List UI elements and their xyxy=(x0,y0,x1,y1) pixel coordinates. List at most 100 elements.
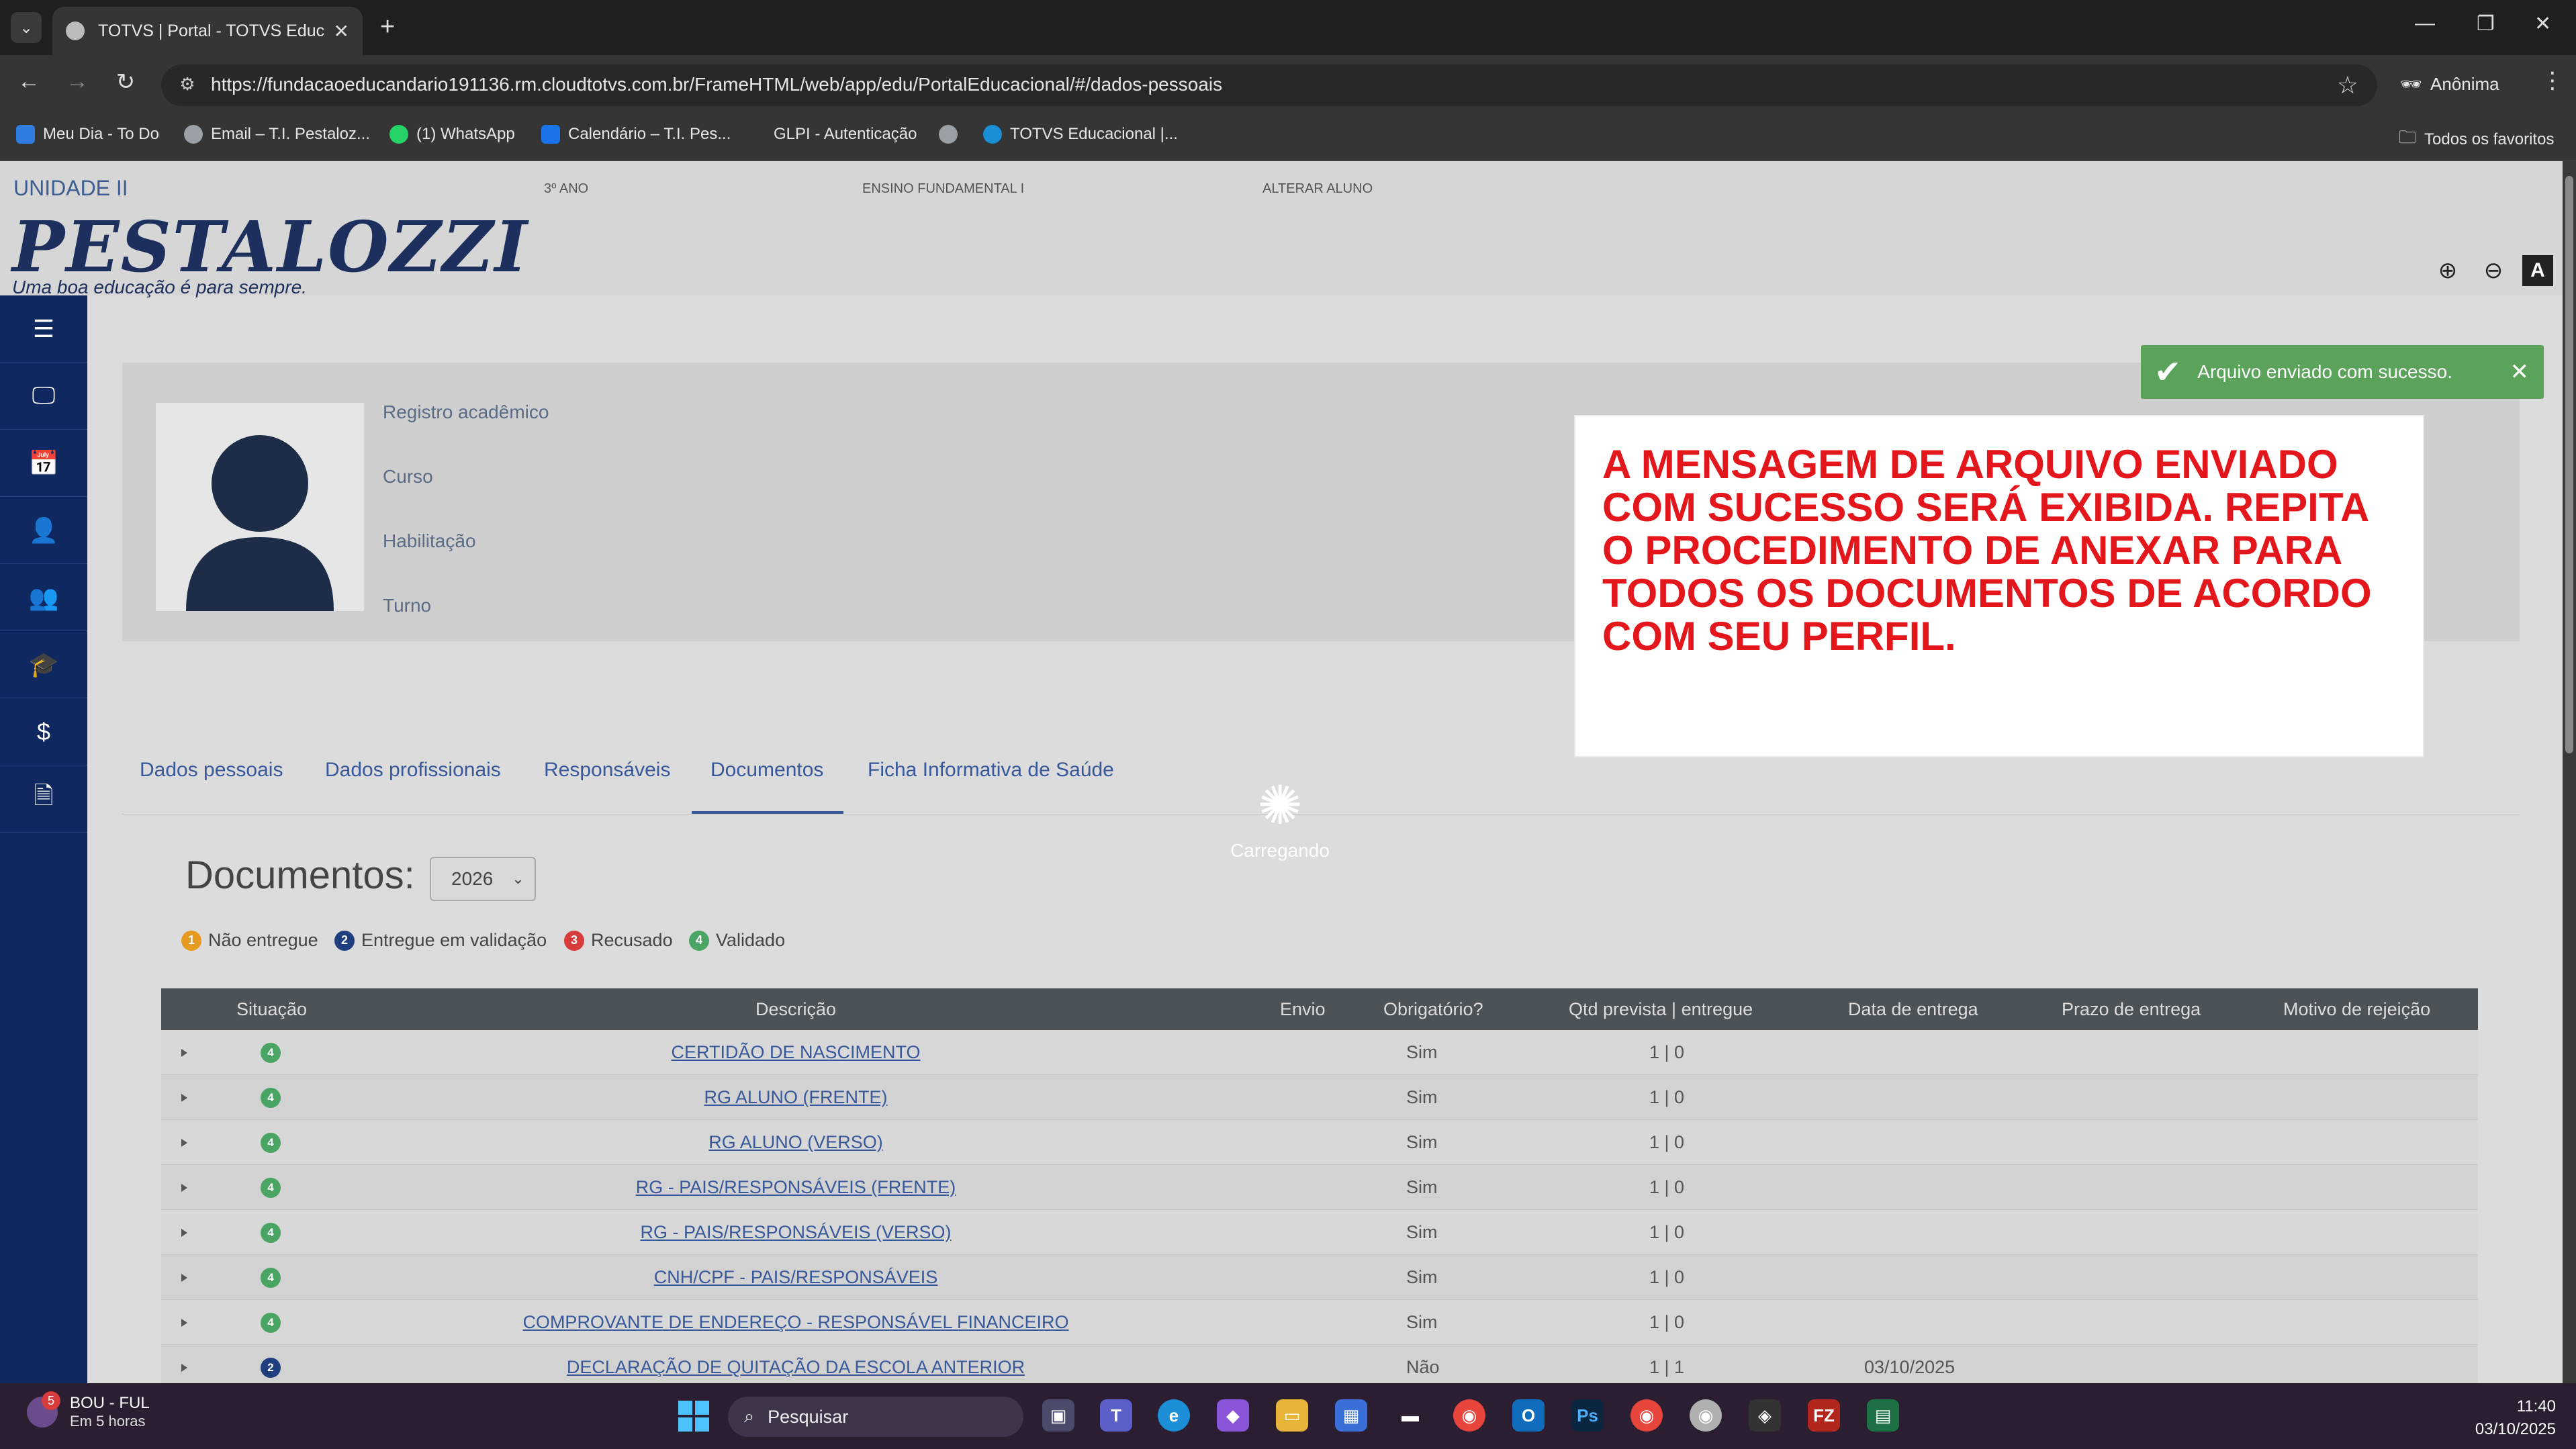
weather-title: BOU - FUL xyxy=(70,1394,150,1412)
document-link[interactable]: RG - PAIS/RESPONSÁVEIS (FRENTE) xyxy=(636,1177,956,1198)
expand-row-icon[interactable] xyxy=(181,1049,187,1057)
tab-search-button[interactable]: ⌄ xyxy=(11,12,42,43)
weather-icon: 5 xyxy=(27,1391,60,1428)
user-check-icon[interactable]: 👤 xyxy=(0,497,87,564)
document-icon[interactable]: 🗎 xyxy=(0,765,87,833)
minimize-icon[interactable]: — xyxy=(2415,12,2435,35)
monitor-icon[interactable]: 🖵 xyxy=(0,363,87,430)
clock-time: 11:40 xyxy=(2516,1397,2556,1415)
zoom-out-icon[interactable]: ⊖ xyxy=(2478,255,2509,286)
table-row[interactable]: 4 RG - PAIS/RESPONSÁVEIS (VERSO) Sim 1 | 0 xyxy=(161,1210,2478,1255)
calendar-icon xyxy=(541,125,560,144)
taskbar-search[interactable]: ⌕ Pesquisar xyxy=(728,1397,1023,1437)
browser-tab[interactable]: TOTVS | Portal - TOTVS Educac ✕ xyxy=(52,7,363,55)
windows-start-icon[interactable] xyxy=(678,1401,709,1432)
calendar-icon[interactable]: 📅 xyxy=(0,430,87,497)
photoshop-icon[interactable]: Ps xyxy=(1571,1399,1604,1432)
bookmark-label: Calendário – T.I. Pes... xyxy=(568,125,731,143)
restore-icon[interactable]: ❐ xyxy=(2477,12,2495,36)
tab-personal-data[interactable]: Dados pessoais xyxy=(140,759,283,782)
bookmark-item[interactable]: Calendário – T.I. Pes... xyxy=(541,125,731,144)
chrome-profile-icon[interactable]: ◉ xyxy=(1630,1399,1663,1432)
document-link[interactable]: DECLARAÇÃO DE QUITAÇÃO DA ESCOLA ANTERIO… xyxy=(567,1357,1025,1378)
all-bookmarks[interactable]: 🗀 Todos os favoritos xyxy=(2399,125,2554,154)
menu-icon[interactable]: ☰ xyxy=(0,295,87,363)
user-silhouette-icon xyxy=(186,435,334,611)
tab-health-form[interactable]: Ficha Informativa de Saúde xyxy=(868,759,1114,782)
expand-row-icon[interactable] xyxy=(181,1184,187,1192)
window-close-icon[interactable]: ✕ xyxy=(2534,12,2551,36)
expand-row-icon[interactable] xyxy=(181,1319,187,1327)
table-row[interactable]: 4 CNH/CPF - PAIS/RESPONSÁVEIS Sim 1 | 0 xyxy=(161,1255,2478,1300)
document-link[interactable]: CNH/CPF - PAIS/RESPONSÁVEIS xyxy=(654,1267,938,1288)
store-icon[interactable]: ▦ xyxy=(1335,1399,1367,1432)
graduation-cap-icon[interactable]: 🎓 xyxy=(0,631,87,698)
user-plus-icon[interactable]: 👥 xyxy=(0,564,87,631)
table-row[interactable]: 4 COMPROVANTE DE ENDEREÇO - RESPONSÁVEL F… xyxy=(161,1300,2478,1345)
spreadsheet-icon[interactable]: ▤ xyxy=(1867,1399,1899,1432)
document-link[interactable]: RG - PAIS/RESPONSÁVEIS (VERSO) xyxy=(640,1222,951,1243)
bookmark-item[interactable]: TOTVS Educacional |... xyxy=(983,125,1178,144)
dollar-icon[interactable]: $ xyxy=(0,698,87,765)
table-row[interactable]: 2 DECLARAÇÃO DE QUITAÇÃO DA ESCOLA ANTERI… xyxy=(161,1345,2478,1383)
incognito-badge[interactable]: 🕶 Anônima xyxy=(2400,67,2499,101)
back-icon[interactable]: ← xyxy=(12,68,46,95)
document-link[interactable]: CERTIDÃO DE NASCIMENTO xyxy=(671,1042,920,1063)
expand-row-icon[interactable] xyxy=(181,1094,187,1102)
chrome-incognito-icon[interactable]: ◉ xyxy=(1690,1399,1722,1432)
site-info-icon[interactable]: ⚙ xyxy=(176,74,199,97)
document-link[interactable]: RG ALUNO (FRENTE) xyxy=(704,1087,887,1108)
expand-row-icon[interactable] xyxy=(181,1229,187,1237)
scrollbar-thumb[interactable] xyxy=(2565,176,2573,753)
bookmark-item[interactable]: Meu Dia - To Do xyxy=(16,125,159,144)
unity-icon[interactable]: ◈ xyxy=(1749,1399,1781,1432)
tab-title: TOTVS | Portal - TOTVS Educac xyxy=(98,21,324,40)
tab-guardians[interactable]: Responsáveis xyxy=(544,759,670,782)
shift-label: Turno xyxy=(383,595,432,616)
browser-menu-icon[interactable]: ⋮ xyxy=(2541,67,2564,94)
filezilla-icon[interactable]: FZ xyxy=(1808,1399,1840,1432)
table-row[interactable]: 4 RG ALUNO (FRENTE) Sim 1 | 0 xyxy=(161,1075,2478,1120)
terminal-icon[interactable]: ▬ xyxy=(1394,1399,1426,1432)
edge-icon[interactable]: e xyxy=(1158,1399,1190,1432)
bookmark-star-icon[interactable]: ☆ xyxy=(2337,71,2358,99)
outlook-icon[interactable]: O xyxy=(1512,1399,1545,1432)
copilot-icon[interactable]: ◆ xyxy=(1217,1399,1249,1432)
bookmark-item[interactable]: (1) WhatsApp xyxy=(389,125,515,144)
tab-professional-data[interactable]: Dados profissionais xyxy=(325,759,501,782)
status-icon: 4 xyxy=(261,1313,281,1333)
zoom-in-icon[interactable]: ⊕ xyxy=(2432,255,2463,286)
status-icon: 2 xyxy=(261,1358,281,1378)
system-clock[interactable]: 11:40 03/10/2025 xyxy=(2475,1395,2556,1441)
documents-title: Documentos: xyxy=(185,853,415,897)
page-scrollbar[interactable] xyxy=(2563,161,2576,1383)
document-link[interactable]: RG ALUNO (VERSO) xyxy=(708,1132,883,1153)
bookmark-item[interactable] xyxy=(939,125,958,144)
bookmark-item[interactable]: Email – T.I. Pestaloz... xyxy=(184,125,370,144)
chrome-icon[interactable]: ◉ xyxy=(1453,1399,1485,1432)
bookmark-item[interactable]: GLPI - Autenticação xyxy=(759,125,917,144)
expand-row-icon[interactable] xyxy=(181,1139,187,1147)
weather-widget[interactable]: 5 BOU - FUL Em 5 horas xyxy=(27,1391,150,1430)
forward-icon[interactable]: → xyxy=(60,68,94,95)
contrast-icon[interactable]: A xyxy=(2522,255,2553,286)
close-icon[interactable]: ✕ xyxy=(334,20,349,42)
toast-close-icon[interactable]: ✕ xyxy=(2510,359,2530,385)
year-select[interactable]: 2026 ⌄ xyxy=(430,857,536,901)
new-tab-button[interactable]: + xyxy=(380,13,395,40)
teams-icon[interactable]: T xyxy=(1100,1399,1132,1432)
year-select-value: 2026 xyxy=(451,868,494,889)
change-student-link[interactable]: ALTERAR ALUNO xyxy=(1262,181,1373,197)
bookmark-label: Meu Dia - To Do xyxy=(43,125,159,143)
reload-icon[interactable]: ↻ xyxy=(109,68,142,95)
document-link[interactable]: COMPROVANTE DE ENDEREÇO - RESPONSÁVEL FI… xyxy=(522,1312,1068,1333)
expand-row-icon[interactable] xyxy=(181,1274,187,1282)
table-row[interactable]: 4 CERTIDÃO DE NASCIMENTO Sim 1 | 0 xyxy=(161,1030,2478,1075)
task-view-icon[interactable]: ▣ xyxy=(1042,1399,1074,1432)
table-row[interactable]: 4 RG ALUNO (VERSO) Sim 1 | 0 xyxy=(161,1120,2478,1165)
table-row[interactable]: 4 RG - PAIS/RESPONSÁVEIS (FRENTE) Sim 1 | 0 xyxy=(161,1165,2478,1210)
file-explorer-icon[interactable]: ▭ xyxy=(1276,1399,1308,1432)
expand-row-icon[interactable] xyxy=(181,1364,187,1372)
tab-documents[interactable]: Documentos xyxy=(710,759,823,782)
address-bar[interactable]: ⚙ https://fundacaoeducandario191136.rm.c… xyxy=(161,64,2377,106)
